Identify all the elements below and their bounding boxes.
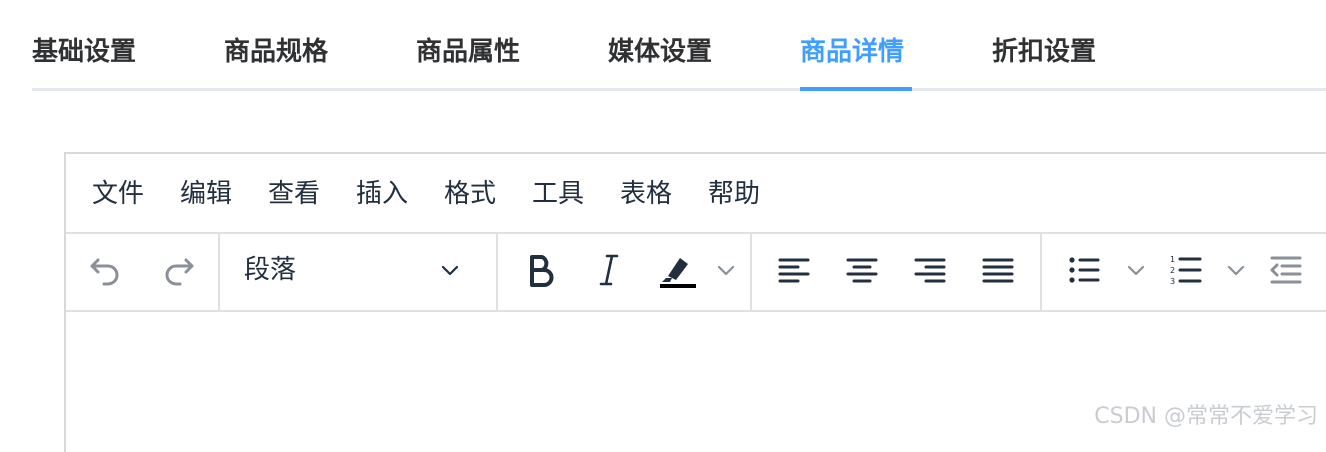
redo-icon[interactable] <box>156 248 200 292</box>
align-justify-icon[interactable] <box>976 248 1020 292</box>
italic-icon[interactable] <box>588 248 632 292</box>
svg-text:3: 3 <box>1170 277 1175 286</box>
menu-format[interactable]: 格式 <box>444 174 496 214</box>
editor-menubar: 文件 编辑 查看 插入 格式 工具 表格 帮助 <box>66 154 1326 234</box>
align-center-icon[interactable] <box>840 248 884 292</box>
menu-edit[interactable]: 编辑 <box>180 174 232 214</box>
chevron-down-icon <box>438 258 462 282</box>
bullet-list-dropdown-chevron-icon[interactable] <box>1124 258 1148 282</box>
align-right-icon[interactable] <box>908 248 952 292</box>
undo-icon[interactable] <box>84 248 128 292</box>
tab-media-settings[interactable]: 媒体设置 <box>608 30 712 74</box>
numbered-list-dropdown-chevron-icon[interactable] <box>1224 258 1248 282</box>
align-left-icon[interactable] <box>772 248 816 292</box>
menu-view[interactable]: 查看 <box>268 174 320 214</box>
block-format-select[interactable]: 段落 <box>220 246 482 294</box>
toolbar-separator <box>496 232 498 310</box>
svg-text:2: 2 <box>1170 266 1175 275</box>
highlight-dropdown-chevron-icon[interactable] <box>714 258 738 282</box>
editor-toolbar: 段落 1 2 3 <box>66 232 1326 312</box>
svg-text:1: 1 <box>1170 255 1175 264</box>
active-tab-indicator <box>800 87 912 91</box>
menu-file[interactable]: 文件 <box>92 174 144 214</box>
tab-product-details[interactable]: 商品详情 <box>800 30 904 74</box>
menu-table[interactable]: 表格 <box>620 174 672 214</box>
bold-icon[interactable] <box>518 248 562 292</box>
tab-discount-settings[interactable]: 折扣设置 <box>992 30 1096 74</box>
menu-help[interactable]: 帮助 <box>708 174 760 214</box>
numbered-list-icon[interactable]: 1 2 3 <box>1164 248 1208 292</box>
menu-tools[interactable]: 工具 <box>532 174 584 214</box>
outdent-icon[interactable] <box>1264 248 1308 292</box>
toolbar-separator <box>750 232 752 310</box>
bullet-list-icon[interactable] <box>1062 248 1106 292</box>
tab-bar: 基础设置 商品规格 商品属性 媒体设置 商品详情 折扣设置 <box>32 0 1326 92</box>
toolbar-separator <box>1040 232 1042 310</box>
tab-product-attributes[interactable]: 商品属性 <box>416 30 520 74</box>
menu-insert[interactable]: 插入 <box>356 174 408 214</box>
watermark: CSDN @常常不爱学习 <box>1094 404 1318 429</box>
tab-product-spec[interactable]: 商品规格 <box>224 30 328 74</box>
tab-bar-divider <box>32 88 1326 91</box>
highlight-color-icon[interactable] <box>654 248 698 292</box>
editor-content-area[interactable] <box>66 312 1326 452</box>
block-format-value: 段落 <box>244 255 297 285</box>
tab-basic-settings[interactable]: 基础设置 <box>32 30 136 74</box>
